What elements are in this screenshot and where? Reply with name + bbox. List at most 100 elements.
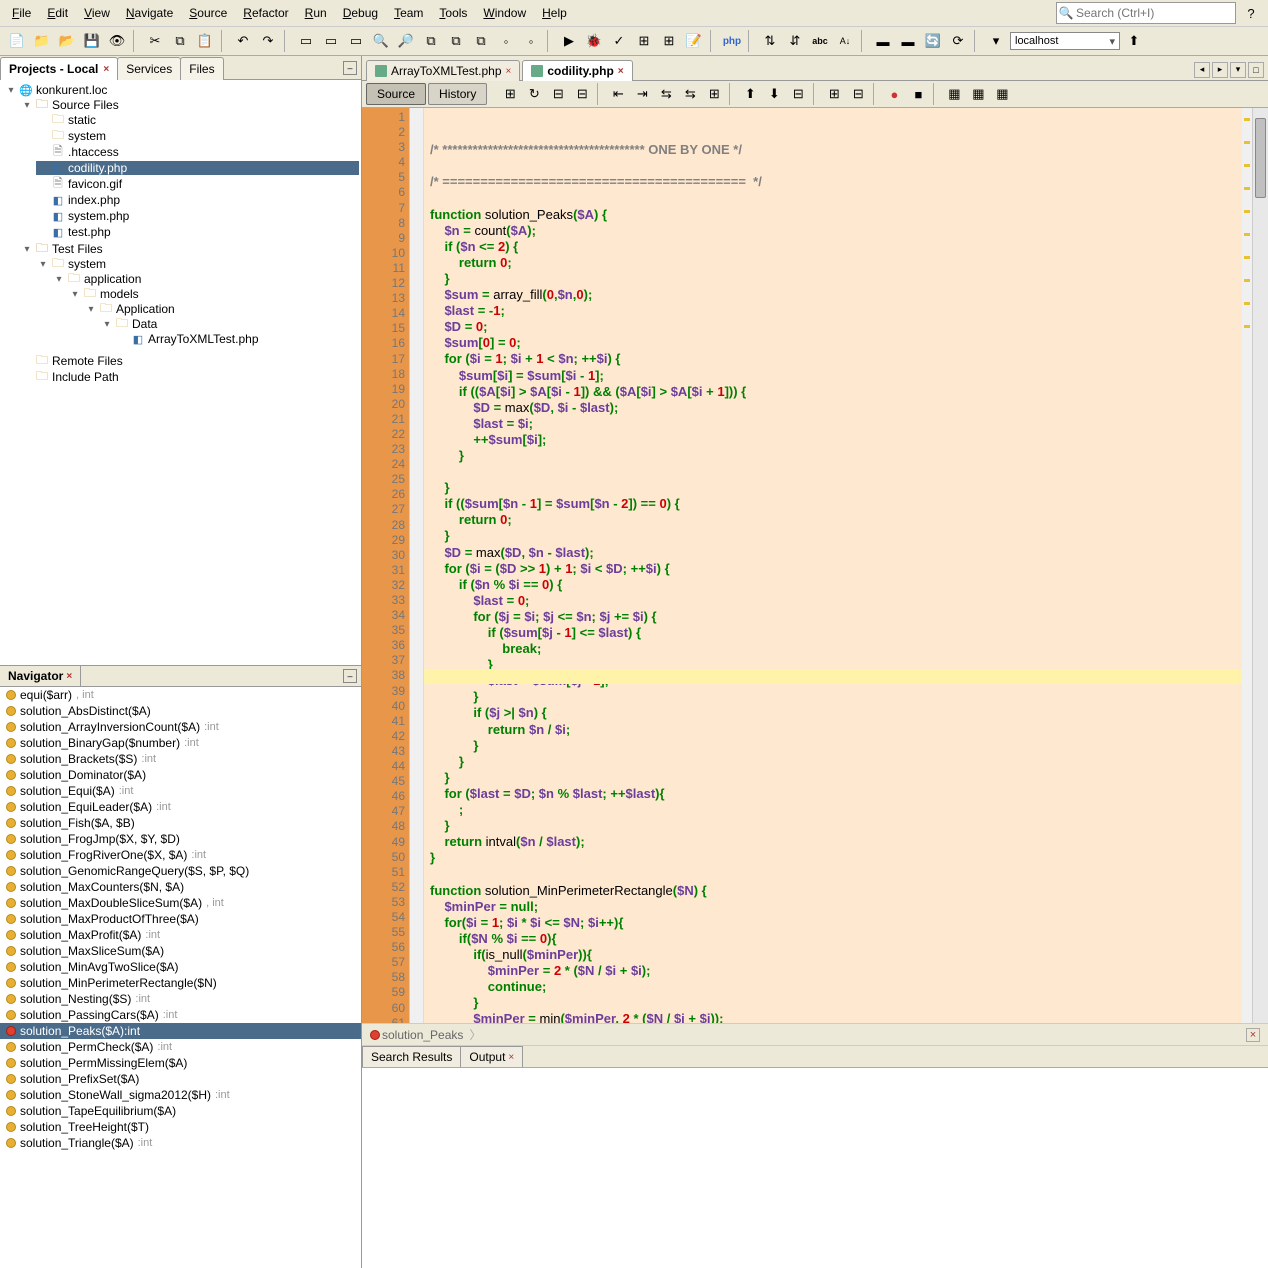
fold-bar[interactable] [410, 108, 424, 1023]
run-button[interactable]: ▶ [558, 30, 580, 52]
tree-root-item[interactable]: ▾konkurent.loc [4, 83, 359, 97]
close-icon[interactable]: × [508, 1052, 514, 1063]
tool-btn[interactable]: ⇆ [655, 83, 677, 105]
debug-button[interactable]: 🐞 [583, 30, 605, 52]
navigator-item[interactable]: solution_ArrayInversionCount($A):int [0, 719, 361, 735]
navigator-item[interactable]: solution_MaxSliceSum($A) [0, 943, 361, 959]
comment-button[interactable]: ⊞ [823, 83, 845, 105]
tool-btn[interactable]: ↻ [523, 83, 545, 105]
minimize-button[interactable]: – [343, 61, 357, 75]
paste-button[interactable]: 📋 [194, 30, 216, 52]
tree-item[interactable]: system.php [36, 209, 359, 223]
tool-btn[interactable]: ⇆ [679, 83, 701, 105]
menu-debug[interactable]: Debug [337, 4, 384, 22]
sort-az-button[interactable]: A↓ [834, 30, 856, 52]
prev-tab-button[interactable]: ◂ [1194, 62, 1210, 78]
sort-btn[interactable]: ⇵ [784, 30, 806, 52]
navigator-item[interactable]: solution_PermCheck($A):int [0, 1039, 361, 1055]
editor-tab[interactable]: ArrayToXMLTest.php× [366, 60, 520, 81]
expand-icon[interactable]: ▾ [54, 274, 64, 285]
minimize-button[interactable]: – [343, 669, 357, 683]
copy-button[interactable]: ⧉ [169, 30, 191, 52]
tool-btn[interactable]: ▦ [967, 83, 989, 105]
menu-source[interactable]: Source [183, 4, 233, 22]
expand-icon[interactable]: ▾ [70, 289, 80, 300]
navigator-item[interactable]: solution_AbsDistinct($A) [0, 703, 361, 719]
host-combo[interactable]: localhost [1010, 32, 1120, 50]
tree-item[interactable]: .htaccess [36, 145, 359, 159]
vertical-scrollbar[interactable] [1252, 108, 1268, 1023]
abc-button[interactable]: abc [809, 30, 831, 52]
tree-item[interactable]: ▾system [36, 257, 359, 271]
tool-btn[interactable]: ⧉ [420, 30, 442, 52]
save-all-button[interactable]: 💾 [81, 30, 103, 52]
tree-item[interactable]: ▾Source Files [20, 98, 359, 112]
next-tab-button[interactable]: ▸ [1212, 62, 1228, 78]
menu-navigate[interactable]: Navigate [120, 4, 179, 22]
navigator-item[interactable]: solution_MaxProductOfThree($A) [0, 911, 361, 927]
menu-file[interactable]: File [6, 4, 37, 22]
tool-btn[interactable]: ▦ [943, 83, 965, 105]
open-button[interactable]: 📂 [56, 30, 78, 52]
navigator-item[interactable]: solution_Peaks($A):int [0, 1023, 361, 1039]
navigator-item[interactable]: solution_BinaryGap($number):int [0, 735, 361, 751]
output-tab[interactable]: Output× [460, 1046, 523, 1067]
zoom-btn-1[interactable]: ▭ [295, 30, 317, 52]
sort-btn[interactable]: ⇅ [759, 30, 781, 52]
menu-run[interactable]: Run [299, 4, 333, 22]
tool-btn[interactable]: ⊞ [658, 30, 680, 52]
expand-icon[interactable]: ▾ [86, 304, 96, 315]
navigator-item[interactable]: equi($arr), int [0, 687, 361, 703]
close-icon[interactable]: × [103, 64, 109, 75]
navigator-item[interactable]: solution_FrogJmp($X, $Y, $D) [0, 831, 361, 847]
maximize-button[interactable]: □ [1248, 62, 1264, 78]
menu-window[interactable]: Window [477, 4, 532, 22]
tool-btn[interactable]: ◦ [520, 30, 542, 52]
output-tab[interactable]: Search Results [362, 1046, 461, 1067]
tree-item[interactable]: ▾Test Files [20, 242, 359, 256]
navigator-item[interactable]: solution_TapeEquilibrium($A) [0, 1103, 361, 1119]
navigator-item[interactable]: solution_PrefixSet($A) [0, 1071, 361, 1087]
expand-icon[interactable]: ▾ [102, 319, 112, 330]
cut-button[interactable]: ✂ [144, 30, 166, 52]
record-macro-button[interactable]: ● [883, 83, 905, 105]
tool-btn[interactable]: ⧉ [445, 30, 467, 52]
tree-item[interactable]: favicon.gif [36, 177, 359, 191]
tool-btn[interactable]: 📝 [683, 30, 705, 52]
history-view-button[interactable]: History [428, 83, 487, 105]
navigator-item[interactable]: solution_PassingCars($A):int [0, 1007, 361, 1023]
panel-tab[interactable]: Projects - Local× [0, 57, 118, 80]
zoom-out-button[interactable]: 🔎 [395, 30, 417, 52]
new-file-button[interactable]: 📄 [6, 30, 28, 52]
navigator-item[interactable]: solution_MaxProfit($A):int [0, 927, 361, 943]
test-button[interactable]: ✓ [608, 30, 630, 52]
tool-btn[interactable]: ◦ [495, 30, 517, 52]
editor-tab[interactable]: codility.php× [522, 60, 632, 81]
new-project-button[interactable]: 📁 [31, 30, 53, 52]
redo-button[interactable]: ↷ [257, 30, 279, 52]
tree-item[interactable]: ArrayToXMLTest.php [116, 332, 359, 346]
navigator-item[interactable]: solution_FrogRiverOne($X, $A):int [0, 847, 361, 863]
tree-item[interactable]: Remote Files [20, 354, 359, 368]
sync-button[interactable]: ⟳ [947, 30, 969, 52]
menu-edit[interactable]: Edit [41, 4, 74, 22]
navigator-list[interactable]: equi($arr), intsolution_AbsDistinct($A)s… [0, 687, 361, 1268]
navigator-item[interactable]: solution_GenomicRangeQuery($S, $P, $Q) [0, 863, 361, 879]
menu-view[interactable]: View [78, 4, 116, 22]
upload-button[interactable]: ⬆ [1123, 30, 1145, 52]
tree-item[interactable]: ▾Data [100, 317, 359, 331]
tree-item[interactable]: static [36, 113, 359, 127]
sync-button[interactable]: 🔄 [922, 30, 944, 52]
tree-item[interactable]: codility.php [36, 161, 359, 175]
uncomment-button[interactable]: ⊟ [847, 83, 869, 105]
tool-btn[interactable]: ⊞ [499, 83, 521, 105]
tree-item[interactable]: ▾application [52, 272, 359, 286]
undo-button[interactable]: ↶ [232, 30, 254, 52]
error-stripe[interactable] [1242, 108, 1252, 1023]
navigator-item[interactable]: solution_StoneWall_sigma2012($H):int [0, 1087, 361, 1103]
code-content[interactable]: /* *************************************… [424, 108, 1242, 1023]
close-icon[interactable]: × [1246, 1028, 1260, 1042]
breadcrumb-item[interactable]: solution_Peaks [370, 1028, 463, 1042]
db-button[interactable]: ▬ [872, 30, 894, 52]
help-icon[interactable]: ? [1240, 2, 1262, 24]
